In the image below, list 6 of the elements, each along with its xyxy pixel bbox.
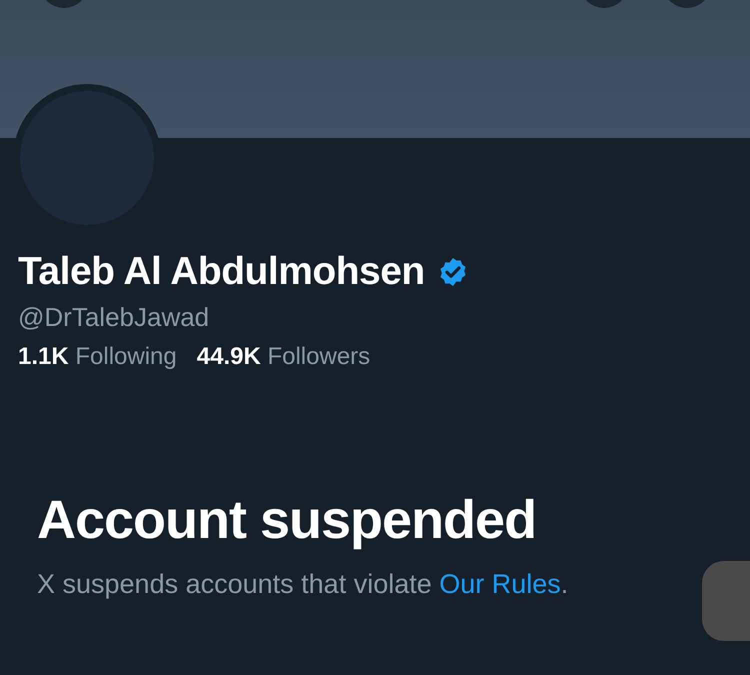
profile-handle: @DrTalebJawad — [18, 302, 210, 333]
follow-stat[interactable]: 44.9K Followers — [196, 343, 370, 371]
profile-name: Taleb Al Abdulmohsen — [18, 250, 425, 294]
rules-link[interactable]: Our Rules — [439, 569, 561, 599]
suspended-title: Account suspended — [37, 489, 538, 551]
follow-stat[interactable]: 1.1K Following — [18, 343, 177, 371]
